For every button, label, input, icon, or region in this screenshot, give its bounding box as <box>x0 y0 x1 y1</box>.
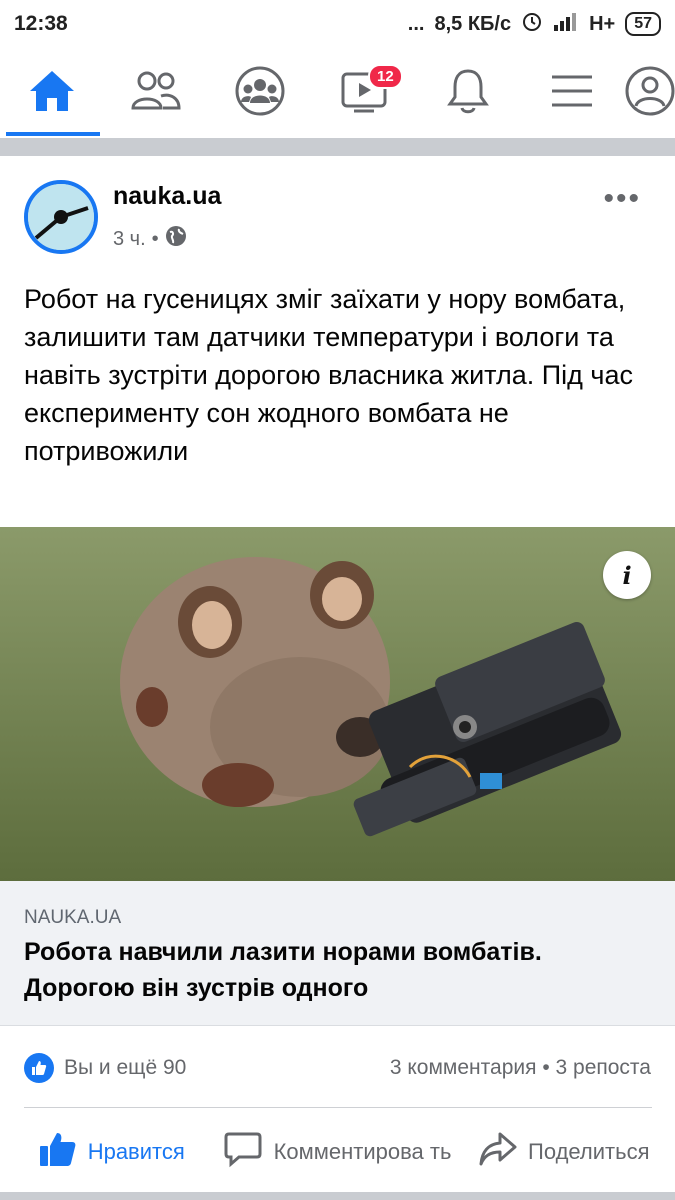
feed-bottom-divider <box>0 1192 675 1200</box>
link-preview[interactable]: NAUKA.UA Робота навчили лазити норами во… <box>0 881 675 1026</box>
like-label: Нравится <box>87 1139 185 1164</box>
status-bar: 12:38 ... 8,5 КБ/с H+ 57 <box>0 0 675 48</box>
like-button[interactable]: Нравится <box>0 1130 223 1174</box>
like-reaction-icon <box>24 1053 54 1083</box>
likes-summary[interactable]: Вы и ещё 90 <box>24 1053 186 1083</box>
nav-friends[interactable] <box>104 48 208 138</box>
nav-profile[interactable] <box>624 48 675 138</box>
nav-menu[interactable] <box>520 48 624 138</box>
globe-icon <box>165 225 187 253</box>
thumbs-up-icon <box>38 1130 78 1174</box>
post-time[interactable]: 3 ч. <box>113 228 146 251</box>
link-domain: NAUKA.UA <box>24 907 122 928</box>
groups-icon <box>234 65 286 122</box>
post-meta: 3 ч. • <box>113 225 187 253</box>
meta-separator: • <box>151 227 159 250</box>
alarm-icon <box>521 10 543 38</box>
actions-divider <box>24 1107 652 1108</box>
nav-home[interactable] <box>0 48 104 138</box>
share-button[interactable]: Поделиться <box>453 1130 675 1174</box>
hamburger-menu-icon <box>550 73 594 114</box>
nav-groups[interactable] <box>208 48 312 138</box>
comment-icon <box>223 1130 263 1174</box>
post-actions: Нравится Комментирова ть Поделиться <box>0 1112 675 1192</box>
feed-divider <box>0 138 675 156</box>
friends-icon <box>130 70 182 117</box>
network-type: H+ <box>589 12 616 35</box>
share-icon <box>478 1130 518 1174</box>
video-notification-badge: 12 <box>368 64 403 89</box>
share-label: Поделиться <box>528 1139 650 1164</box>
post-text: Робот на гусеницях зміг заїхати у нору в… <box>24 284 633 466</box>
comments-shares-count[interactable]: 3 комментария • 3 репоста <box>390 1056 651 1080</box>
comment-button[interactable]: Комментирова ть <box>223 1130 453 1174</box>
page-name[interactable]: nauka.ua <box>113 182 221 211</box>
likes-text: Вы и ещё 90 <box>64 1056 187 1079</box>
more-options-icon[interactable]: ••• <box>603 182 641 216</box>
bell-icon <box>446 67 490 120</box>
link-title: Робота навчили лазити норами вомбатів. Д… <box>24 938 542 1002</box>
status-time: 12:38 <box>14 12 68 35</box>
profile-icon <box>624 65 675 122</box>
top-nav: 12 <box>0 48 675 138</box>
network-speed: 8,5 КБ/с <box>434 12 512 35</box>
reactions-summary: Вы и ещё 90 3 комментария • 3 репоста <box>0 1044 675 1092</box>
nav-watch[interactable]: 12 <box>312 48 416 138</box>
post-image[interactable]: i <box>0 527 675 881</box>
status-dots: ... <box>407 12 425 35</box>
comment-label: Комментирова ть <box>273 1139 452 1164</box>
signal-icon <box>553 11 579 37</box>
battery-icon: 57 <box>625 12 661 36</box>
nav-notifications[interactable] <box>416 48 520 138</box>
post-header: nauka.ua 3 ч. • ••• <box>0 160 675 260</box>
battery-level: 57 <box>634 15 652 32</box>
page-avatar[interactable] <box>24 180 98 254</box>
home-icon <box>27 68 77 119</box>
info-button[interactable]: i <box>603 551 651 599</box>
status-indicators: ... 8,5 КБ/с H+ 57 <box>408 10 661 38</box>
